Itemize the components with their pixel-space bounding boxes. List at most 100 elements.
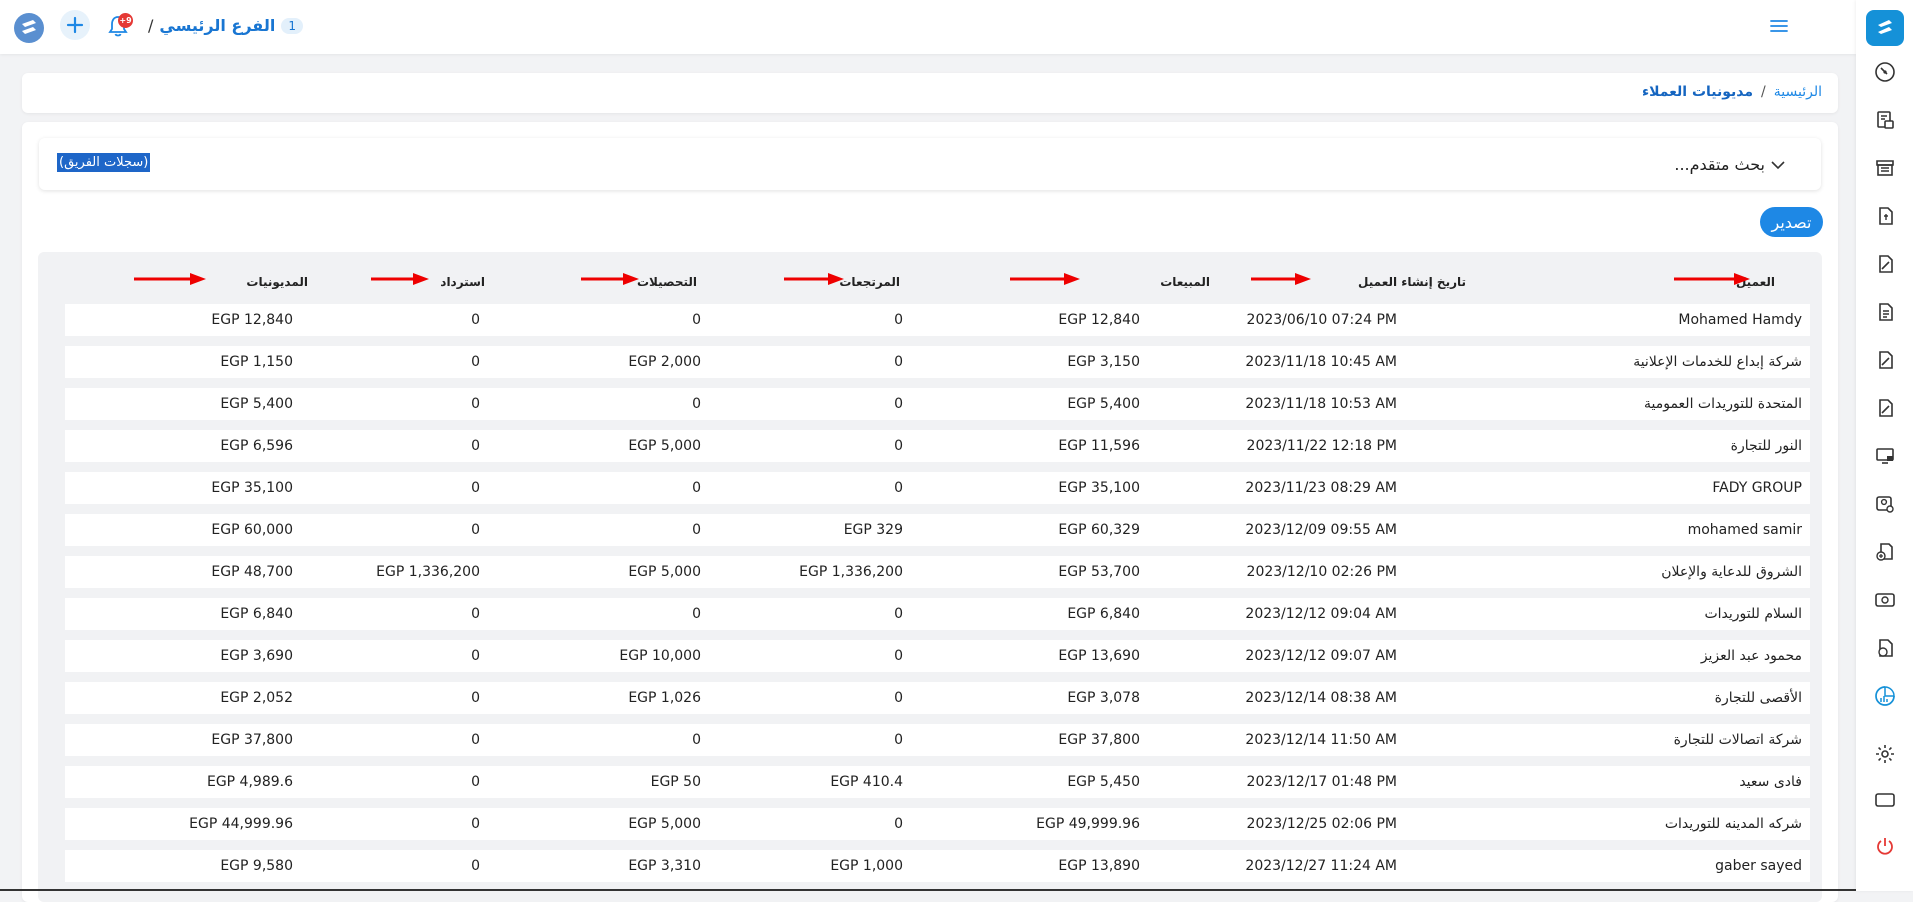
window-icon [1875,793,1895,807]
sidebar-item-cash[interactable] [1871,586,1899,614]
cell-created: 2023/12/27 11:24 AM [1245,858,1397,874]
advanced-search-label: بحث متقدم... [1674,155,1765,174]
advanced-search-toggle[interactable]: بحث متقدم... [1674,155,1785,174]
cell-sales: EGP 37,800 [1058,732,1140,748]
sidebar-item-documents-money[interactable] [1871,202,1899,230]
sidebar-item-dashboard[interactable] [1871,58,1899,86]
red-arrow-icon [784,273,844,285]
table-row[interactable]: Mohamed Hamdy 2023/06/10 07:24 PM EGP 12… [65,304,1810,336]
export-button[interactable]: تصدير [1760,207,1823,237]
advanced-search-panel: بحث متقدم... (سجلات الفريق) [39,138,1821,190]
header-returns[interactable]: المرتجعات [839,275,900,289]
cell-debts: EGP 3,690 [220,648,293,664]
cell-refund: 0 [471,858,480,874]
table-header: العميل تاريخ إنشاء العميل المبيعات المرت… [38,252,1822,296]
cell-customer: Mohamed Hamdy [1678,312,1802,328]
sidebar-item-invoices[interactable] [1871,106,1899,134]
sidebar-item-settings[interactable] [1871,740,1899,768]
cell-sales: EGP 5,450 [1067,774,1140,790]
cell-collections: 0 [692,732,701,748]
sidebar-item-window[interactable] [1871,786,1899,814]
sidebar-item-documents-edit-3[interactable] [1871,394,1899,422]
table-row[interactable]: المتحدة للتوريدات العمومية 2023/11/18 10… [65,388,1810,420]
monitor-icon [1876,448,1894,464]
cell-created: 2023/12/12 09:07 AM [1245,648,1397,664]
cell-sales: EGP 35,100 [1058,480,1140,496]
add-button[interactable] [60,10,90,40]
sidebar-logo[interactable] [1866,10,1904,46]
breadcrumb-separator: / [1761,84,1766,100]
cell-sales: EGP 49,999.96 [1036,816,1140,832]
header-created[interactable]: تاريخ إنشاء العميل [1358,275,1466,289]
cell-created: 2023/11/22 12:18 PM [1246,438,1397,454]
sidebar-item-reports[interactable] [1871,682,1899,710]
table-row[interactable]: شركة إبداع للخدمات الإعلانية 2023/11/18 … [65,346,1810,378]
sidebar-item-users[interactable] [1871,490,1899,518]
table-row[interactable]: النور للتجارة 2023/11/22 12:18 PM EGP 11… [65,430,1810,462]
table-row[interactable]: شركة اتصالات للتجارة 2023/12/14 11:50 AM… [65,724,1810,756]
settings-gear-icon [1876,745,1894,763]
cell-refund: 0 [471,396,480,412]
sidebar-item-monitor[interactable] [1871,442,1899,470]
cell-refund: 0 [471,732,480,748]
sidebar-item-documents-list[interactable] [1871,298,1899,326]
cell-returns: 0 [894,648,903,664]
cell-created: 2023/12/12 09:04 AM [1245,606,1397,622]
cell-collections: EGP 2,000 [628,354,701,370]
branch-selector[interactable]: 1 الفرع الرئيسي / [148,16,303,35]
cell-created: 2023/12/25 02:06 PM [1246,816,1397,832]
header-sales[interactable]: المبيعات [1160,275,1210,289]
header-collections[interactable]: التحصيلات [637,275,697,289]
sidebar-item-logout[interactable] [1871,832,1899,860]
menu-toggle-icon[interactable] [1770,18,1788,34]
cell-refund: 0 [471,480,480,496]
sidebar-item-store[interactable] [1871,154,1899,182]
app-logo-icon[interactable] [13,12,45,44]
table-row[interactable]: gaber sayed 2023/12/27 11:24 AM EGP 13,8… [65,850,1810,882]
table-row[interactable]: فادى سعيد 2023/12/17 01:48 PM EGP 5,450 … [65,766,1810,798]
cell-returns: 0 [894,732,903,748]
cell-sales: EGP 60,329 [1058,522,1140,538]
store-icon [1876,160,1894,176]
cell-created: 2023/06/10 07:24 PM [1246,312,1397,328]
cell-customer: الشروق للدعاية والإعلان [1661,564,1802,580]
table-row[interactable]: FADY GROUP 2023/11/23 08:29 AM EGP 35,10… [65,472,1810,504]
cell-returns: 0 [894,312,903,328]
notifications-badge: +9 [118,13,133,28]
cell-refund: 0 [471,774,480,790]
breadcrumb: الرئيسية / مديونيات العملاء [1642,84,1822,100]
dashboard-gauge-icon [1875,62,1895,82]
page-title: مديونيات العملاء [1641,84,1754,100]
header-refund[interactable]: استرداد [440,275,485,289]
table-row[interactable]: الشروق للدعاية والإعلان 2023/12/10 02:26… [65,556,1810,588]
team-records-link[interactable]: (سجلات الفريق) [57,153,151,172]
sidebar-item-documents-edit[interactable] [1871,250,1899,278]
sidebar-item-customer-payments[interactable] [1871,634,1899,662]
top-bar: +9 1 الفرع الرئيسي / [0,0,1856,54]
cell-returns: 0 [894,354,903,370]
cell-debts: EGP 37,800 [211,732,293,748]
cell-refund: 0 [471,522,480,538]
breadcrumb-home-link[interactable]: الرئيسية [1774,84,1822,100]
document-edit-3-icon [1879,399,1893,417]
header-debts[interactable]: المديونيات [246,275,308,289]
table-row[interactable]: الأقصى للتجارة 2023/12/14 08:38 AM EGP 3… [65,682,1810,714]
cell-collections: 0 [692,396,701,412]
cash-icon [1875,593,1895,607]
sidebar [1856,0,1913,891]
cell-sales: EGP 6,840 [1067,606,1140,622]
sidebar-item-documents-edit-2[interactable] [1871,346,1899,374]
cell-customer: النور للتجارة [1730,438,1802,454]
cell-refund: EGP 1,336,200 [376,564,480,580]
cell-customer: gaber sayed [1715,858,1802,874]
table-row[interactable]: السلام للتوريدات 2023/12/12 09:04 AM EGP… [65,598,1810,630]
table-row[interactable]: شركه المدينه للتوريدات 2023/12/25 02:06 … [65,808,1810,840]
plus-icon [66,16,84,34]
sidebar-item-add-document[interactable] [1871,538,1899,566]
table-row[interactable]: محمود عبد العزيز 2023/12/12 09:07 AM EGP… [65,640,1810,672]
table-row[interactable]: mohamed samir 2023/12/09 09:55 AM EGP 60… [65,514,1810,546]
branch-number: 1 [281,17,303,34]
cell-collections: EGP 10,000 [619,648,701,664]
cell-collections: EGP 5,000 [628,438,701,454]
document-list-icon [1879,303,1893,321]
